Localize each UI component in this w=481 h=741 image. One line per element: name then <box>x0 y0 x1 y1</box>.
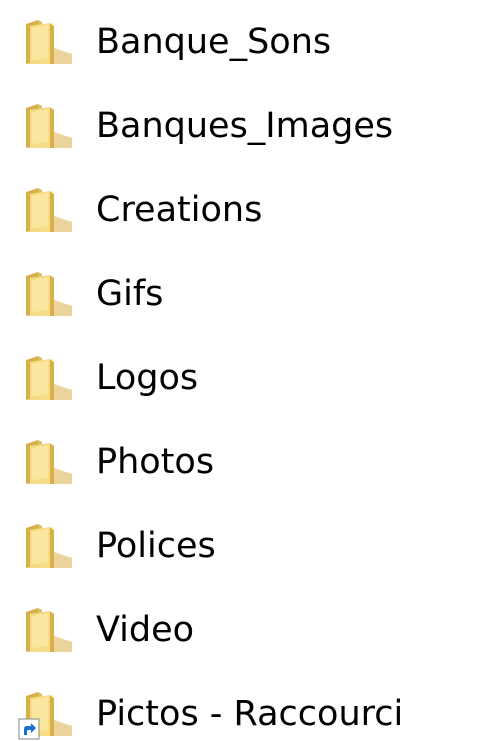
folder-icon <box>20 270 76 318</box>
item-label: Gifs <box>96 274 164 314</box>
list-item-pictos-raccourci[interactable]: Pictos - Raccourci <box>0 672 481 741</box>
item-label: Banques_Images <box>96 106 394 146</box>
list-item-photos[interactable]: Photos <box>0 420 481 504</box>
file-list: Banque_Sons Banques_Images Creations Gif… <box>0 0 481 741</box>
folder-icon <box>20 522 76 570</box>
item-label: Polices <box>96 526 216 566</box>
folder-icon <box>20 438 76 486</box>
list-item-polices[interactable]: Polices <box>0 504 481 588</box>
list-item-video[interactable]: Video <box>0 588 481 672</box>
list-item-gifs[interactable]: Gifs <box>0 252 481 336</box>
list-item-creations[interactable]: Creations <box>0 168 481 252</box>
item-label: Pictos - Raccourci <box>96 694 404 734</box>
list-item-banque-sons[interactable]: Banque_Sons <box>0 0 481 84</box>
item-label: Video <box>96 610 195 650</box>
folder-icon <box>20 186 76 234</box>
folder-icon <box>20 18 76 66</box>
item-label: Banque_Sons <box>96 22 332 62</box>
item-label: Creations <box>96 190 263 230</box>
folder-icon <box>20 354 76 402</box>
item-label: Photos <box>96 442 215 482</box>
folder-icon <box>20 606 76 654</box>
list-item-banques-images[interactable]: Banques_Images <box>0 84 481 168</box>
list-item-logos[interactable]: Logos <box>0 336 481 420</box>
folder-icon <box>20 102 76 150</box>
shortcut-arrow-icon <box>18 718 40 740</box>
item-label: Logos <box>96 358 199 398</box>
